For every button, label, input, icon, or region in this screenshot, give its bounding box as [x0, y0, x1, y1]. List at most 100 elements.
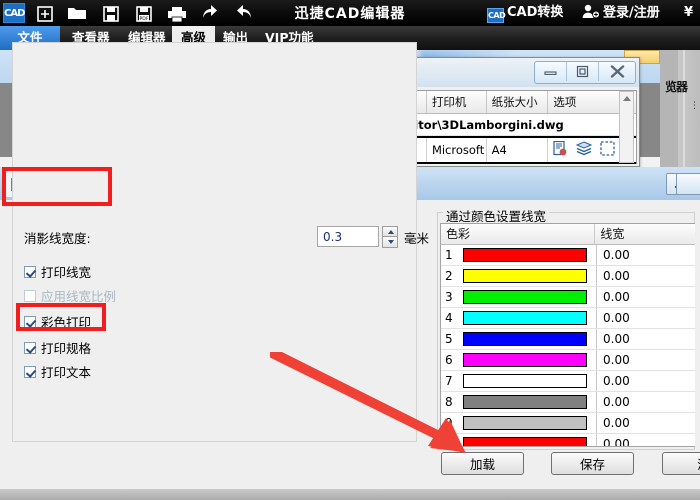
clear-button[interactable]: 清	[662, 452, 700, 475]
color-swatch[interactable]	[463, 269, 587, 283]
color-print-checkbox-highlight	[16, 303, 106, 331]
line-width-value[interactable]: 0.00	[597, 269, 630, 283]
color-swatch[interactable]	[463, 437, 587, 446]
line-width-value[interactable]: 0.00	[597, 248, 630, 262]
table-scrollbar[interactable]	[619, 91, 634, 163]
column-divider	[587, 392, 597, 412]
color-table-row[interactable]: 2 0.00	[441, 266, 695, 287]
cad-convert-badge-icon: CAD	[487, 8, 506, 23]
column-divider	[587, 371, 597, 391]
hide-line-width-input[interactable]: 0.3	[317, 226, 379, 247]
color-table-row[interactable]: 6 0.00	[441, 350, 695, 371]
window-controls	[534, 61, 636, 84]
cell-paper-size: A4	[487, 138, 549, 162]
layers-icon[interactable]	[576, 141, 593, 159]
color-swatch[interactable]	[463, 395, 587, 409]
line-width-value[interactable]: 0.00	[597, 290, 630, 304]
cad-convert-button[interactable]: CAD CAD转换	[487, 0, 563, 26]
line-width-value[interactable]: 0.00	[597, 395, 630, 409]
color-table-row[interactable]: 5 0.00	[441, 329, 695, 350]
window-select-icon[interactable]	[600, 141, 616, 159]
line-width-value[interactable]: 0.00	[597, 374, 630, 388]
background-dots-icon: ⋮	[690, 101, 699, 111]
color-index: 7	[445, 374, 453, 388]
apply-line-width-scale-checkbox	[24, 289, 36, 302]
color-index: 9	[445, 416, 453, 430]
color-table-row[interactable]: 4 0.00	[441, 308, 695, 329]
spinner-down-icon[interactable]	[382, 237, 398, 248]
screen: 览器 ⋮ CAD PDF 迅捷CAD编辑器 CAD CAD转换 登录/注册 ¥ …	[0, 0, 700, 500]
column-divider	[587, 413, 597, 433]
color-swatch[interactable]	[463, 416, 587, 430]
color-index: 4	[445, 311, 453, 325]
checkbox-row-print-spec[interactable]: 打印规格	[24, 338, 91, 357]
line-width-value[interactable]: 0.00	[597, 311, 630, 325]
vip-symbol: ¥	[684, 5, 694, 20]
col-printer[interactable]: 打印机	[427, 91, 487, 113]
page-setup-icon[interactable]	[553, 140, 568, 159]
dialog-restore-button[interactable]	[676, 173, 700, 195]
column-divider	[587, 266, 597, 286]
print-spec-checkbox[interactable]	[24, 341, 36, 354]
color-index: 3	[445, 290, 453, 304]
color-table-row[interactable]: 1 0.00	[441, 245, 695, 266]
color-table-row[interactable]: 9 0.00	[441, 413, 695, 434]
background-viewer-label: 览器	[665, 80, 688, 94]
login-register-button[interactable]: 登录/注册	[582, 0, 660, 26]
color-index: 5	[445, 332, 453, 346]
line-width-value[interactable]: 0.00	[597, 437, 630, 446]
col-paper-size[interactable]: 纸张大小	[487, 91, 549, 113]
color-swatch[interactable]	[463, 332, 587, 346]
line-width-value[interactable]: 0.00	[597, 332, 630, 346]
column-divider	[587, 434, 597, 446]
vip-button[interactable]: ¥	[684, 0, 693, 26]
column-divider	[587, 287, 597, 307]
login-register-label: 登录/注册	[603, 5, 660, 21]
color-index: 1	[445, 248, 453, 262]
maximize-icon[interactable]	[567, 62, 599, 81]
print-text-checkbox[interactable]	[24, 365, 36, 378]
hide-line-width-label: 消影线宽度:	[24, 231, 91, 246]
cad-file-options-tab-highlight	[2, 167, 112, 206]
color-swatch[interactable]	[463, 290, 587, 304]
color-swatch[interactable]	[463, 374, 587, 388]
column-divider	[587, 308, 597, 328]
cell-printer: Microsoft	[427, 138, 487, 162]
cad-convert-label: CAD转换	[507, 5, 564, 20]
print-line-width-checkbox[interactable]	[24, 265, 36, 278]
color-table-row[interactable]: 3 0.00	[441, 287, 695, 308]
user-add-icon	[582, 0, 600, 26]
unit-label: 毫米	[404, 231, 430, 246]
color-index: 2	[445, 269, 453, 283]
color-swatch[interactable]	[463, 353, 587, 367]
color-index: 10	[445, 437, 461, 447]
line-width-value[interactable]: 0.00	[597, 353, 630, 367]
hide-line-width-stepper[interactable]	[382, 226, 398, 248]
color-line-width-table[interactable]: 色彩 线宽 1 0.00 2 0.00 3 0.00 4 0.00 5 0.00 6 0.00 7 0.0…	[440, 223, 695, 447]
print-text-label: 打印文本	[41, 365, 92, 380]
window-bottom-edge	[0, 489, 700, 500]
spinner-up-icon[interactable]	[382, 226, 398, 237]
column-divider	[587, 350, 597, 370]
print-line-width-label: 打印线宽	[41, 265, 92, 280]
close-icon[interactable]	[599, 62, 635, 81]
color-swatch[interactable]	[463, 248, 587, 262]
color-table-row[interactable]: 10 0.00	[441, 434, 695, 447]
save-button[interactable]: 保存	[551, 452, 634, 475]
minimize-icon[interactable]	[535, 62, 567, 81]
load-button[interactable]: 加载	[441, 452, 524, 475]
color-index: 8	[445, 395, 453, 409]
color-swatch[interactable]	[463, 311, 587, 325]
color-index: 6	[445, 353, 453, 367]
column-divider	[587, 329, 597, 349]
hide-line-width-value: 0.3	[323, 230, 343, 244]
col-line-width[interactable]: 线宽	[595, 224, 695, 244]
color-table-row[interactable]: 8 0.00	[441, 392, 695, 413]
col-color[interactable]: 色彩	[441, 224, 596, 244]
color-table-body: 1 0.00 2 0.00 3 0.00 4 0.00 5 0.00 6 0.00 7 0.00 8 0.00…	[441, 245, 695, 447]
checkbox-row-print-line-width[interactable]: 打印线宽	[24, 262, 91, 281]
color-table-row[interactable]: 7 0.00	[441, 371, 695, 392]
column-divider	[587, 245, 597, 265]
checkbox-row-print-text[interactable]: 打印文本	[24, 362, 91, 381]
line-width-value[interactable]: 0.00	[597, 416, 630, 430]
